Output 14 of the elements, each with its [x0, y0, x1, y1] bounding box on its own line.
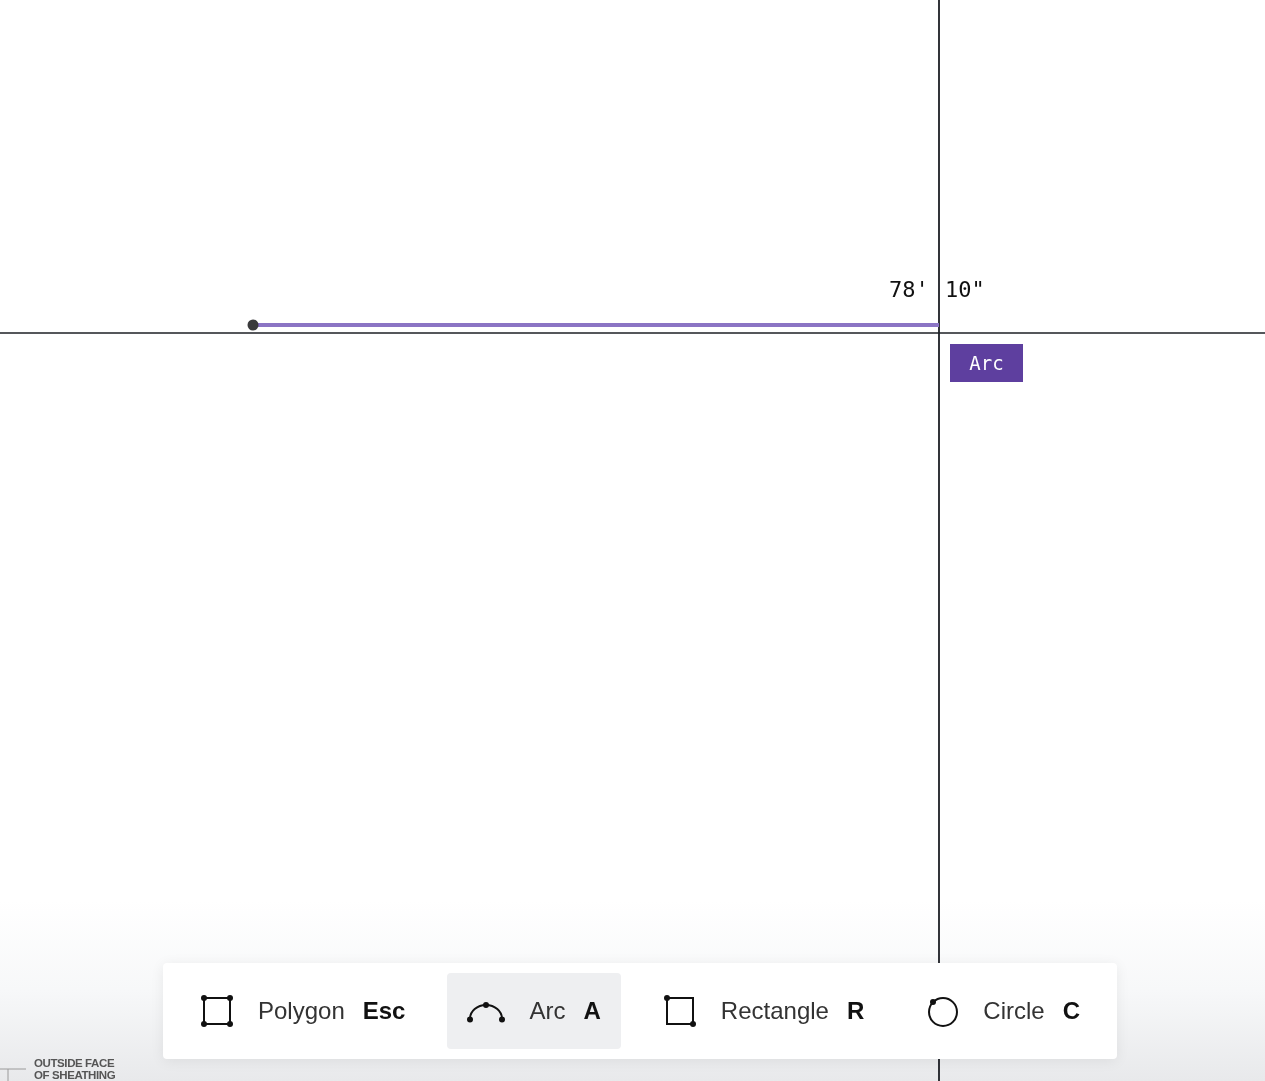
dimension-inches-label: 10"	[945, 276, 985, 304]
tool-button[interactable]: Arc A	[447, 973, 621, 1049]
arc-icon	[467, 999, 506, 1023]
endpoint-dot-icon	[247, 319, 259, 331]
dimension-feet-label: 78'	[889, 276, 929, 304]
plan-note: OUTSIDE FACE OF SHEATHING	[34, 1057, 117, 1081]
tool-button[interactable]: Polygon Esc	[180, 973, 426, 1049]
circle-icon	[926, 994, 960, 1028]
square-corner-dots-icon	[200, 994, 234, 1028]
cursor-tooltip: Arc	[950, 344, 1023, 382]
tool-button[interactable]: Circle C	[906, 973, 1100, 1049]
leader-line	[0, 1068, 27, 1081]
tool-button[interactable]: Rectangle R	[642, 973, 885, 1049]
rectangle-icon	[662, 994, 697, 1028]
